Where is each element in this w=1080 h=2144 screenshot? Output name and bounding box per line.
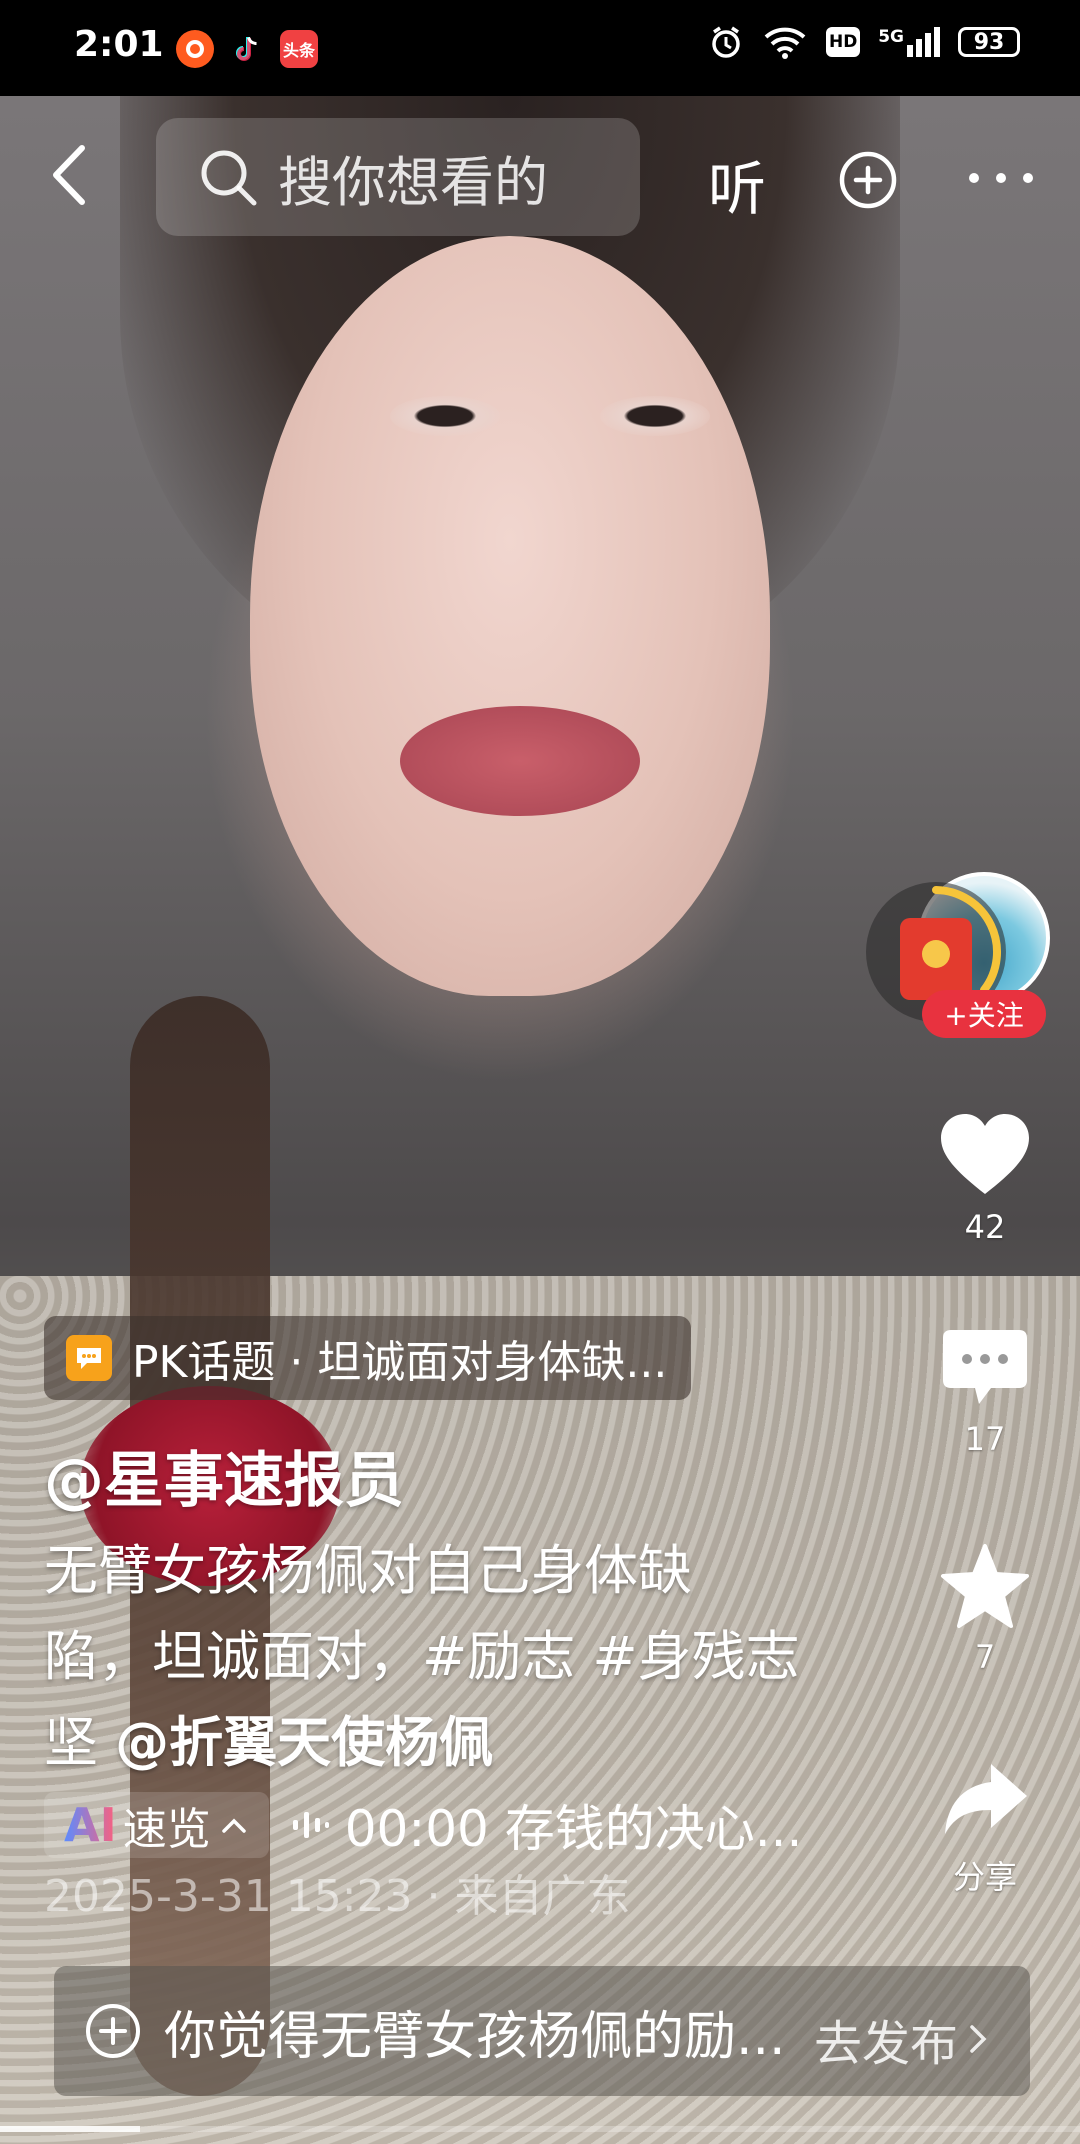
desc-line-1: 无臂女孩杨佩对自己身体缺	[44, 1539, 692, 1602]
video-screen: 2:01 头条 HD 5G 93 搜你想看的 听 +关注 42 17 7 分享 …	[0, 0, 1080, 2144]
desc-line-3-prefix: 坚	[44, 1711, 116, 1774]
publish-prompt-bar[interactable]: 你觉得无臂女孩杨佩的励... 去发布	[54, 1966, 1030, 2096]
favorite-count: 7	[974, 1638, 996, 1676]
red-packet-icon	[900, 918, 972, 1000]
audio-track[interactable]: 00:00 存钱的决心...	[291, 1789, 803, 1861]
ai-summary-label: 速览	[122, 1804, 211, 1855]
post-description: 无臂女孩杨佩对自己身体缺 陷，坦诚面对，#励志 #身残志 坚 @折翼天使杨佩	[44, 1528, 844, 1786]
favorite-action[interactable]: 7	[930, 1542, 1040, 1676]
share-label: 分享	[952, 1858, 1017, 1896]
post-timestamp: 2025-3-31 15:23 · 来自广东	[44, 1871, 631, 1922]
ai-summary-button[interactable]: AI 速览	[44, 1792, 269, 1858]
top-nav: 搜你想看的 听	[0, 110, 1080, 240]
search-placeholder: 搜你想看的	[278, 150, 548, 214]
chevron-right-icon	[970, 2025, 987, 2053]
back-icon	[53, 145, 85, 205]
battery-indicator: 93	[958, 27, 1020, 57]
status-bar: 2:01 头条 HD 5G 93	[0, 0, 1080, 96]
search-icon	[201, 150, 257, 206]
alarm-icon	[712, 26, 740, 58]
video-progress-bar[interactable]	[0, 2126, 1080, 2132]
desc-line-3: 坚 @折翼天使杨佩	[44, 1700, 844, 1786]
go-publish-label: 去发布	[813, 2016, 958, 2072]
author-name[interactable]: @星事速报员	[44, 1432, 404, 1519]
go-publish-button[interactable]: 去发布	[814, 2004, 990, 2074]
toutiao-icon: 头条	[280, 30, 318, 68]
video-frame-lips	[400, 706, 640, 816]
like-count: 42	[964, 1208, 1006, 1246]
topic-text: PK话题 · 坦诚面对身体缺...	[132, 1337, 668, 1388]
status-right-cluster: HD 5G 93	[708, 24, 1020, 60]
comment-action[interactable]: 17	[930, 1326, 1040, 1458]
video-frame-eye-right	[600, 396, 710, 436]
share-icon	[945, 1764, 1027, 1834]
topic-chat-icon	[66, 1335, 112, 1381]
publish-prompt-text: 你觉得无臂女孩杨佩的励...	[164, 2006, 786, 2067]
more-button[interactable]	[966, 168, 1036, 188]
comment-icon	[943, 1330, 1027, 1404]
follow-button[interactable]: +关注	[922, 990, 1046, 1038]
desc-line-2[interactable]: 陷，坦诚面对，#励志 #身残志	[44, 1614, 844, 1700]
comment-count: 17	[964, 1420, 1006, 1458]
hd-badge: HD	[826, 27, 861, 57]
douyin-icon	[228, 30, 266, 68]
video-frame-face	[250, 236, 770, 996]
wifi-icon	[764, 27, 806, 59]
chevron-up-icon	[221, 1818, 246, 1833]
plus-circle-icon	[86, 2004, 140, 2058]
more-icon	[969, 173, 1033, 183]
share-action[interactable]: 分享	[930, 1758, 1040, 1898]
plus-circle-icon	[839, 151, 897, 209]
search-input[interactable]: 搜你想看的	[156, 118, 640, 236]
back-button[interactable]	[44, 140, 94, 210]
publish-button[interactable]	[838, 150, 898, 210]
like-action[interactable]: 42	[930, 1110, 1040, 1246]
video-frame-eye-left	[390, 396, 500, 436]
status-time: 2:01	[74, 24, 164, 65]
network-type: 5G	[878, 27, 904, 47]
signal-icon: 5G	[878, 27, 940, 57]
ai-mark: AI	[64, 1798, 117, 1852]
audio-wave-icon	[292, 1812, 329, 1838]
star-icon	[941, 1544, 1029, 1628]
audio-text: 00:00 存钱的决心...	[344, 1800, 803, 1858]
listen-button[interactable]: 听	[708, 142, 766, 226]
topic-chip[interactable]: PK话题 · 坦诚面对身体缺...	[44, 1316, 692, 1400]
app-notification-icon-1	[176, 30, 214, 68]
ai-summary-row: AI 速览 00:00 存钱的决心...	[44, 1790, 802, 1860]
mention-link[interactable]: @折翼天使杨佩	[115, 1711, 493, 1774]
video-progress-fill	[0, 2126, 141, 2132]
heart-icon	[941, 1114, 1029, 1194]
